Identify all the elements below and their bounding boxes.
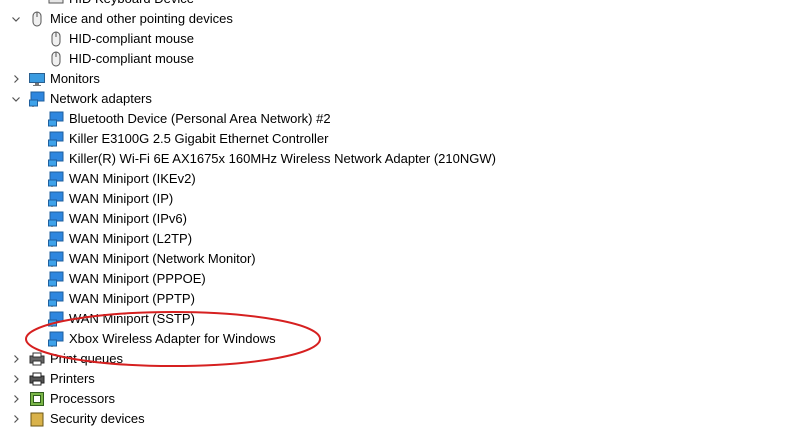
tree-item-label: WAN Miniport (Network Monitor) [69, 251, 256, 266]
network-adapter-icon [48, 291, 64, 307]
tree-category-processors[interactable]: Processors [0, 389, 800, 409]
tree-item-network-adapter[interactable]: Killer(R) Wi-Fi 6E AX1675x 160MHz Wirele… [0, 149, 800, 169]
tree-item-label: Killer(R) Wi-Fi 6E AX1675x 160MHz Wirele… [69, 151, 496, 166]
tree-category-label: Security devices [50, 411, 145, 426]
chevron-right-icon[interactable] [11, 409, 21, 429]
tree-item-network-adapter[interactable]: WAN Miniport (Network Monitor) [0, 249, 800, 269]
mouse-icon [29, 11, 45, 27]
tree-category-printers[interactable]: Printers [0, 369, 800, 389]
tree-item-network-adapter[interactable]: WAN Miniport (IKEv2) [0, 169, 800, 189]
tree-item-label: WAN Miniport (SSTP) [69, 311, 195, 326]
chevron-right-icon[interactable] [11, 369, 21, 389]
tree-category-label: Printers [50, 371, 95, 386]
tree-category-mice[interactable]: Mice and other pointing devices [0, 9, 800, 29]
tree-item-network-adapter[interactable]: WAN Miniport (SSTP) [0, 309, 800, 329]
tree-item-label: HID Keyboard Device [69, 0, 194, 9]
network-adapter-icon [48, 231, 64, 247]
tree-item-label: WAN Miniport (IPv6) [69, 211, 187, 226]
tree-item-label: WAN Miniport (PPPOE) [69, 271, 206, 286]
network-adapter-icon [48, 211, 64, 227]
tree-item-network-adapter[interactable]: WAN Miniport (PPTP) [0, 289, 800, 309]
tree-category-label: Print queues [50, 351, 123, 366]
tree-item-network-adapter[interactable]: Bluetooth Device (Personal Area Network)… [0, 109, 800, 129]
tree-item-network-adapter[interactable]: WAN Miniport (PPPOE) [0, 269, 800, 289]
printer-icon [29, 371, 45, 387]
network-adapter-icon [48, 131, 64, 147]
tree-item-network-adapter[interactable]: Xbox Wireless Adapter for Windows [0, 329, 800, 349]
tree-item-label: WAN Miniport (IKEv2) [69, 171, 196, 186]
chevron-right-icon[interactable] [11, 349, 21, 369]
print-queue-icon [29, 351, 45, 367]
tree-category-security-devices[interactable]: Security devices [0, 409, 800, 429]
network-adapter-icon [48, 191, 64, 207]
tree-item-network-adapter[interactable]: WAN Miniport (IPv6) [0, 209, 800, 229]
device-tree: HID Keyboard Device Mice and other point… [0, 0, 800, 429]
tree-item-label: Xbox Wireless Adapter for Windows [69, 331, 276, 346]
tree-category-label: Monitors [50, 71, 100, 86]
keyboard-icon [48, 0, 64, 7]
mouse-icon [48, 31, 64, 47]
network-adapter-icon [48, 331, 64, 347]
tree-item-label: Bluetooth Device (Personal Area Network)… [69, 111, 331, 126]
network-adapter-icon [48, 171, 64, 187]
network-adapter-icon [29, 91, 45, 107]
chevron-down-icon[interactable] [11, 9, 21, 29]
network-adapter-icon [48, 311, 64, 327]
tree-item-label: HID-compliant mouse [69, 51, 194, 66]
tree-category-print-queues[interactable]: Print queues [0, 349, 800, 369]
tree-item-network-adapter[interactable]: WAN Miniport (IP) [0, 189, 800, 209]
tree-item-network-adapter[interactable]: WAN Miniport (L2TP) [0, 229, 800, 249]
tree-item-label: WAN Miniport (L2TP) [69, 231, 193, 246]
monitor-icon [29, 71, 45, 87]
tree-item-label: Killer E3100G 2.5 Gigabit Ethernet Contr… [69, 131, 329, 146]
tree-item-keyboard[interactable]: HID Keyboard Device [0, 0, 800, 9]
security-device-icon [29, 411, 45, 427]
tree-category-monitors[interactable]: Monitors [0, 69, 800, 89]
network-adapter-icon [48, 271, 64, 287]
tree-item-label: WAN Miniport (IP) [69, 191, 174, 206]
tree-item-label: WAN Miniport (PPTP) [69, 291, 195, 306]
tree-item-network-adapter[interactable]: Killer E3100G 2.5 Gigabit Ethernet Contr… [0, 129, 800, 149]
processor-icon [29, 391, 45, 407]
tree-category-label: Network adapters [50, 91, 152, 106]
chevron-down-icon[interactable] [11, 89, 21, 109]
tree-item-mouse-1[interactable]: HID-compliant mouse [0, 29, 800, 49]
chevron-right-icon[interactable] [11, 69, 21, 89]
tree-item-label: HID-compliant mouse [69, 31, 194, 46]
tree-category-network-adapters[interactable]: Network adapters [0, 89, 800, 109]
mouse-icon [48, 51, 64, 67]
tree-item-mouse-2[interactable]: HID-compliant mouse [0, 49, 800, 69]
network-adapter-icon [48, 151, 64, 167]
tree-category-label: Mice and other pointing devices [50, 11, 233, 26]
chevron-right-icon[interactable] [11, 389, 21, 409]
network-adapter-icon [48, 111, 64, 127]
tree-category-label: Processors [50, 391, 116, 406]
network-adapter-icon [48, 251, 64, 267]
